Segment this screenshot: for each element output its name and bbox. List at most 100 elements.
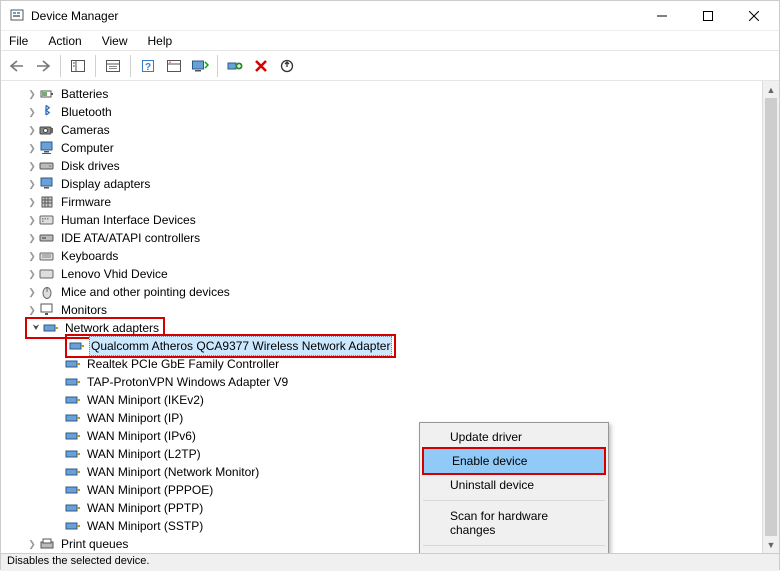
tree-category[interactable]: ❯ IDE ATA/ATAPI controllers [5, 229, 762, 247]
menu-action[interactable]: Action [44, 32, 85, 50]
menu-uninstall-device[interactable]: Uninstall device [422, 473, 606, 497]
expand-arrow[interactable]: ❯ [25, 211, 39, 229]
scroll-thumb[interactable] [765, 98, 777, 536]
tree-category[interactable]: ❯ Batteries [5, 85, 762, 103]
menu-properties[interactable]: Properties [422, 549, 606, 553]
expand-arrow[interactable]: ❯ [25, 247, 39, 265]
scroll-up-button[interactable]: ▲ [763, 81, 779, 98]
properties-button[interactable] [101, 54, 125, 78]
status-bar: Disables the selected device. [1, 553, 779, 571]
category-label[interactable]: Lenovo Vhid Device [59, 265, 170, 283]
tree-device[interactable]: WAN Miniport (PPPOE) [5, 481, 762, 499]
expand-arrow[interactable]: ❯ [25, 229, 39, 247]
expand-arrow[interactable]: ❯ [25, 193, 39, 211]
network-adapter-icon [69, 339, 85, 353]
category-label[interactable]: Keyboards [59, 247, 120, 265]
show-hide-tree-button[interactable] [66, 54, 90, 78]
category-label[interactable]: Disk drives [59, 157, 122, 175]
network-adapter-icon [65, 429, 81, 443]
category-label[interactable]: Display adapters [59, 175, 152, 193]
category-icon [39, 159, 55, 173]
tree-device[interactable]: WAN Miniport (PPTP) [5, 499, 762, 517]
close-button[interactable] [731, 1, 777, 31]
scan-hardware-button[interactable] [188, 54, 212, 78]
menu-separator [423, 500, 605, 501]
expand-arrow[interactable]: ❯ [25, 283, 39, 301]
vertical-scrollbar[interactable]: ▲ ▼ [762, 81, 779, 553]
menu-help[interactable]: Help [144, 32, 177, 50]
tree-category[interactable]: ❯ Human Interface Devices [5, 211, 762, 229]
tree-category[interactable]: ❯ Bluetooth [5, 103, 762, 121]
network-adapter-icon [65, 465, 81, 479]
tree-device[interactable]: WAN Miniport (IPv6) [5, 427, 762, 445]
menu-scan-hardware[interactable]: Scan for hardware changes [422, 504, 606, 542]
tree-category[interactable]: ❯ Mice and other pointing devices [5, 283, 762, 301]
tree-device[interactable]: WAN Miniport (L2TP) [5, 445, 762, 463]
category-icon [39, 249, 55, 263]
device-label[interactable]: TAP-ProtonVPN Windows Adapter V9 [85, 373, 290, 391]
tree-category[interactable]: ❯ Keyboards [5, 247, 762, 265]
tree-device[interactable]: TAP-ProtonVPN Windows Adapter V9 [5, 373, 762, 391]
tree-category[interactable]: ❯ Lenovo Vhid Device [5, 265, 762, 283]
menu-update-driver[interactable]: Update driver [422, 425, 606, 449]
category-label[interactable]: Firmware [59, 193, 113, 211]
expand-arrow[interactable]: ❯ [25, 85, 39, 103]
expand-arrow[interactable]: ❯ [25, 265, 39, 283]
tree-device[interactable]: WAN Miniport (SSTP) [5, 517, 762, 535]
device-label[interactable]: Qualcomm Atheros QCA9377 Wireless Networ… [89, 336, 392, 356]
expand-arrow[interactable]: ❯ [25, 103, 39, 121]
action-button[interactable] [162, 54, 186, 78]
category-icon [39, 267, 55, 281]
uninstall-button[interactable] [275, 54, 299, 78]
category-label[interactable]: Computer [59, 139, 116, 157]
expand-arrow[interactable]: ❯ [25, 175, 39, 193]
expand-arrow[interactable]: ❯ [25, 139, 39, 157]
tree-category[interactable]: ❯ Firmware [5, 193, 762, 211]
enable-button[interactable] [223, 54, 247, 78]
expand-arrow[interactable]: ❯ [25, 121, 39, 139]
category-label[interactable]: Print queues [59, 535, 130, 553]
help-button[interactable]: ? [136, 54, 160, 78]
device-label[interactable]: WAN Miniport (PPPOE) [85, 481, 215, 499]
category-label[interactable]: IDE ATA/ATAPI controllers [59, 229, 202, 247]
device-label[interactable]: WAN Miniport (PPTP) [85, 499, 205, 517]
forward-button[interactable] [31, 54, 55, 78]
device-label[interactable]: WAN Miniport (Network Monitor) [85, 463, 261, 481]
tree-device[interactable]: WAN Miniport (IKEv2) [5, 391, 762, 409]
toolbar: ? [1, 51, 779, 81]
category-label[interactable]: Batteries [59, 85, 110, 103]
network-adapter-icon [65, 519, 81, 533]
tree-category[interactable]: ❯ Disk drives [5, 157, 762, 175]
tree-category[interactable]: ❯ Print queues [5, 535, 762, 553]
category-label[interactable]: Mice and other pointing devices [59, 283, 232, 301]
device-label[interactable]: WAN Miniport (IKEv2) [85, 391, 206, 409]
device-label[interactable]: Realtek PCIe GbE Family Controller [85, 355, 281, 373]
expand-arrow[interactable]: ❯ [25, 535, 39, 553]
tree-device[interactable]: WAN Miniport (IP) [5, 409, 762, 427]
menu-file[interactable]: File [5, 32, 32, 50]
category-label[interactable]: Cameras [59, 121, 112, 139]
device-label[interactable]: WAN Miniport (IPv6) [85, 427, 198, 445]
back-button[interactable] [5, 54, 29, 78]
expand-arrow[interactable]: ⮟ [29, 319, 43, 337]
menu-view[interactable]: View [98, 32, 132, 50]
expand-arrow[interactable]: ❯ [25, 157, 39, 175]
tree-device[interactable]: Qualcomm Atheros QCA9377 Wireless Networ… [5, 337, 762, 355]
category-icon [39, 87, 55, 101]
category-label[interactable]: Human Interface Devices [59, 211, 198, 229]
disable-button[interactable] [249, 54, 273, 78]
tree-category[interactable]: ❯ Cameras [5, 121, 762, 139]
tree-device[interactable]: WAN Miniport (Network Monitor) [5, 463, 762, 481]
maximize-button[interactable] [685, 1, 731, 31]
device-label[interactable]: WAN Miniport (SSTP) [85, 517, 205, 535]
category-icon [39, 177, 55, 191]
tree-category[interactable]: ❯ Computer [5, 139, 762, 157]
menu-enable-device[interactable]: Enable device [424, 449, 604, 473]
category-label[interactable]: Bluetooth [59, 103, 114, 121]
device-tree[interactable]: ❯ Batteries ❯ Bluetooth ❯ Cameras ❯ Computer ❯ Di… [1, 81, 762, 553]
scroll-down-button[interactable]: ▼ [763, 536, 779, 553]
minimize-button[interactable] [639, 1, 685, 31]
device-label[interactable]: WAN Miniport (IP) [85, 409, 185, 427]
tree-category[interactable]: ❯ Display adapters [5, 175, 762, 193]
device-label[interactable]: WAN Miniport (L2TP) [85, 445, 203, 463]
